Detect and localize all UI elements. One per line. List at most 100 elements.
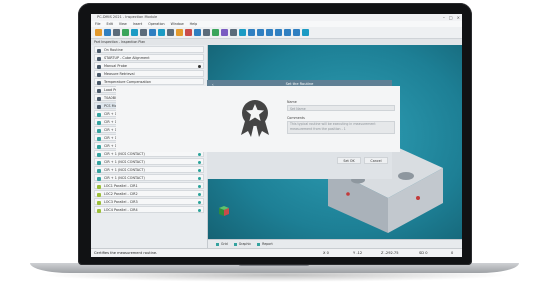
status-dot-icon [198, 153, 201, 156]
sidebar-item[interactable]: LOC4 Parallel - CIR4 [94, 206, 204, 213]
status-last: 0 [451, 251, 454, 255]
circle-feature-icon [97, 120, 101, 125]
hand-icon [97, 64, 101, 69]
comments-field[interactable]: This typical routine will be executing i… [287, 121, 395, 134]
dimension-icon [97, 200, 101, 205]
sidebar-item[interactable]: LOC3 Parallel - CIR3 [94, 198, 204, 205]
status-x: X 0 [323, 251, 329, 255]
status-dot-icon [198, 161, 201, 164]
toolbar-circle-icon[interactable] [158, 29, 165, 36]
toolbar-view2-icon[interactable] [248, 29, 255, 36]
graphic-icon [233, 242, 237, 246]
status-dot-icon [198, 65, 201, 68]
sidebar-item-label: CIR + 1 (NCS CONTACT) [104, 152, 145, 156]
sidebar-item[interactable]: Manual Probe [94, 62, 204, 69]
sidebar-item-label: LOC2 Parallel - CIR2 [104, 192, 138, 196]
set-ok-button[interactable]: Set OK [337, 157, 361, 164]
sidebar-item[interactable]: LOC1 Parallel - CIR1 [94, 182, 204, 189]
toolbar-save-icon[interactable] [104, 29, 111, 36]
tab-report[interactable]: Report [257, 242, 273, 246]
name-label: Name [287, 100, 297, 104]
sidebar-item[interactable]: CIR + 1 (NCS CONTACT) [94, 174, 204, 181]
cancel-button[interactable]: Cancel [364, 157, 388, 164]
circle-feature-icon [97, 160, 101, 165]
sidebar-item[interactable]: Temperature Compensation [94, 78, 204, 85]
status-dot-icon [198, 209, 201, 212]
gear-icon [97, 88, 101, 93]
toolbar-camera-icon[interactable] [230, 29, 237, 36]
window-controls: – □ × [443, 14, 460, 21]
dimension-icon [97, 184, 101, 189]
sidebar-item[interactable]: On Routine [94, 46, 204, 53]
toolbar-view5-icon[interactable] [275, 29, 282, 36]
circle-feature-icon [97, 128, 101, 133]
toolbar-view-icon[interactable] [239, 29, 246, 36]
status-y: Y -12 [353, 251, 363, 255]
gear-icon [97, 96, 101, 101]
toolbar-point-icon[interactable] [176, 29, 183, 36]
routine-icon [97, 48, 101, 53]
toolbar-line-icon[interactable] [167, 29, 174, 36]
minimize-button[interactable]: – [443, 14, 445, 21]
toolbar-view7-icon[interactable] [293, 29, 300, 36]
sidebar-item[interactable]: Measure Retrieval [94, 70, 204, 77]
tab-graphic[interactable]: Graphic [233, 242, 251, 246]
maximize-button[interactable]: □ [449, 14, 453, 21]
status-sd: SD 0 [419, 251, 428, 255]
toolbar-view4-icon[interactable] [266, 29, 273, 36]
gear-icon [97, 104, 101, 109]
sidebar-item-label: Manual Probe [104, 64, 128, 68]
close-button[interactable]: × [457, 14, 460, 21]
status-dot-icon [198, 201, 201, 204]
gear-icon [97, 80, 101, 85]
status-dot-icon [198, 177, 201, 180]
status-z: Z -292.75 [381, 251, 399, 255]
toolbar-construct-icon[interactable] [221, 29, 228, 36]
report-icon [257, 242, 261, 246]
dimension-icon [97, 192, 101, 197]
sidebar-item-label: Temperature Compensation [104, 80, 152, 84]
toolbar-check-icon[interactable] [212, 29, 219, 36]
sidebar-item-label: LOC3 Parallel - CIR3 [104, 200, 138, 204]
status-bar: Certifies the measurement routine. X 0 Y… [91, 248, 462, 257]
title-bar: PC-DMIS 2021 - Inspection Module – □ × [91, 14, 462, 21]
toolbar-cursor-icon[interactable] [140, 29, 147, 36]
toolbar-view6-icon[interactable] [284, 29, 291, 36]
toolbar-cylinder-icon[interactable] [194, 29, 201, 36]
tab-grid[interactable]: Grid [216, 242, 228, 246]
sidebar-item-label: On Routine [104, 48, 123, 52]
status-dot-icon [198, 185, 201, 188]
status-dot-icon [198, 169, 201, 172]
toolbar-run-icon[interactable] [122, 29, 129, 36]
toolbar-probe-icon[interactable] [95, 29, 102, 36]
toolbar-open-icon[interactable] [113, 29, 120, 36]
view-tabs: Grid Graphic Report [208, 239, 462, 248]
probe-icon [97, 56, 101, 61]
toolbar-view3-icon[interactable] [257, 29, 264, 36]
toolbar-cone-icon[interactable] [203, 29, 210, 36]
sidebar-item[interactable]: CIR + 1 (NCS CONTACT) [94, 158, 204, 165]
sidebar-item[interactable]: CIR + 1 (NCS CONTACT) [94, 166, 204, 173]
circle-feature-icon [97, 176, 101, 181]
toolbar-view8-icon[interactable] [302, 29, 309, 36]
toolbar-dimension-icon[interactable] [185, 29, 192, 36]
comments-label: Comments [287, 116, 305, 120]
circle-feature-icon [97, 144, 101, 149]
sidebar-item-label: CIR + 1 (NCS CONTACT) [104, 176, 145, 180]
sidebar-item[interactable]: STARTUP - Cube Alignment [94, 54, 204, 61]
sidebar-item-label: STARTUP - Cube Alignment [104, 56, 150, 60]
sidebar-item[interactable]: LOC2 Parallel - CIR2 [94, 190, 204, 197]
toolbar [91, 27, 462, 39]
dimension-icon [97, 208, 101, 213]
circle-feature-icon [97, 112, 101, 117]
sidebar-item-label: Measure Retrieval [104, 72, 135, 76]
toolbar-plane-icon[interactable] [149, 29, 156, 36]
certificate-badge-icon [241, 100, 269, 137]
status-dot-icon [198, 193, 201, 196]
sidebar-item-label: LOC4 Parallel - CIR4 [104, 208, 138, 212]
status-message: Certifies the measurement routine. [94, 251, 158, 255]
view-cube-icon[interactable] [218, 205, 230, 217]
name-field[interactable]: Set Name [287, 105, 395, 111]
window-title: PC-DMIS 2021 - Inspection Module [97, 15, 158, 19]
toolbar-alignment-icon[interactable] [131, 29, 138, 36]
